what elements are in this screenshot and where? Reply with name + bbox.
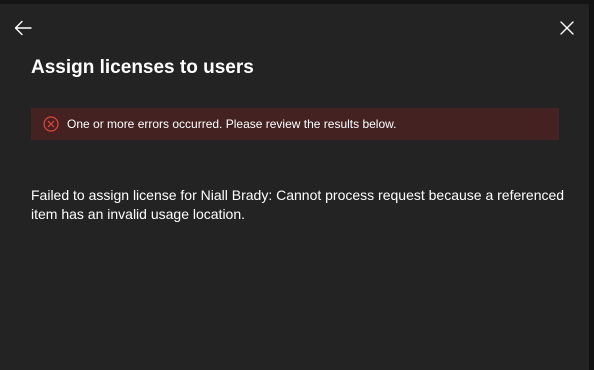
- error-circle-icon: [43, 116, 59, 132]
- panel-top-border: [0, 0, 589, 4]
- assign-licenses-panel: Assign licenses to users One or more err…: [0, 0, 589, 370]
- error-banner: One or more errors occurred. Please revi…: [31, 108, 559, 140]
- page-title: Assign licenses to users: [31, 57, 254, 78]
- window-edge: [589, 0, 594, 370]
- close-icon: [560, 21, 574, 35]
- back-button[interactable]: [11, 16, 35, 40]
- result-message: Failed to assign license for Niall Brady…: [31, 187, 565, 222]
- close-button[interactable]: [555, 16, 579, 40]
- arrow-left-icon: [14, 20, 32, 36]
- error-message: One or more errors occurred. Please revi…: [67, 117, 397, 131]
